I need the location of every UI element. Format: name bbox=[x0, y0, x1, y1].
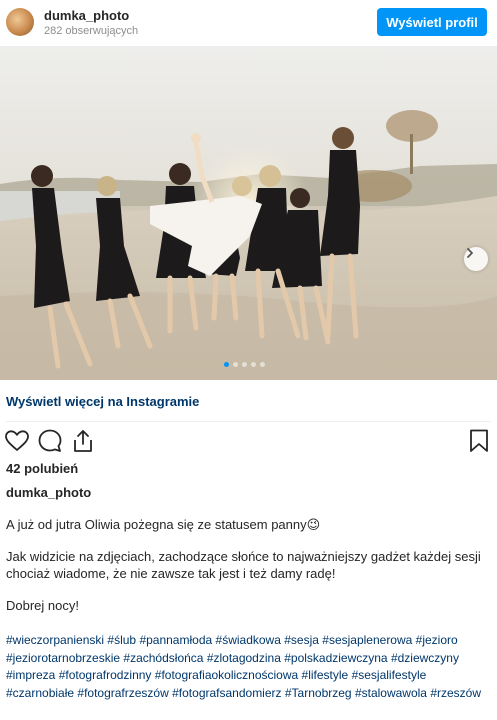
heart-icon[interactable] bbox=[4, 428, 30, 454]
caption: A już od jutra Oliwia pożegna się ze sta… bbox=[6, 516, 491, 629]
hashtag-link[interactable]: #sesja bbox=[284, 633, 319, 647]
hashtags: #wieczorpanienski #ślub #pannamłoda #świ… bbox=[6, 632, 494, 702]
hashtag-link[interactable]: #Tarnobrzeg bbox=[285, 686, 352, 700]
carousel-dots bbox=[224, 362, 265, 367]
hashtag-link[interactable]: #czarnobiałe bbox=[6, 686, 74, 700]
hashtag-link[interactable]: #fotografsandomierz bbox=[172, 686, 281, 700]
followers-count: 282 obserwujących bbox=[44, 25, 139, 37]
hashtag-link[interactable]: #jezioro bbox=[416, 633, 458, 647]
hashtag-link[interactable]: #ślub bbox=[107, 633, 136, 647]
hashtag-link[interactable]: #fotografrzeszów bbox=[77, 686, 168, 700]
chevron-right-icon bbox=[467, 248, 473, 258]
view-profile-button[interactable]: Wyświetl profil bbox=[377, 8, 487, 36]
caption-line: Dobrej nocy! bbox=[6, 598, 79, 613]
carousel-dot bbox=[233, 362, 238, 367]
hashtag-link[interactable]: #zlotagodzina bbox=[207, 651, 281, 665]
post-photo[interactable] bbox=[0, 46, 497, 380]
hashtag-link[interactable]: #impreza bbox=[6, 668, 55, 682]
hashtag-link[interactable]: #dziewczyny bbox=[391, 651, 459, 665]
view-more-link[interactable]: Wyświetl więcej na Instagramie bbox=[6, 394, 199, 409]
bookmark-icon[interactable] bbox=[466, 428, 492, 454]
photo-illustration bbox=[0, 46, 497, 380]
next-photo-button[interactable] bbox=[464, 247, 488, 271]
post-header: dumka_photo 282 obserwujących Wyświetl p… bbox=[0, 0, 497, 44]
carousel-dot bbox=[242, 362, 247, 367]
hashtag-link[interactable]: #sesjalifestyle bbox=[352, 668, 427, 682]
hashtag-link[interactable]: #stalowawola bbox=[355, 686, 427, 700]
hashtag-link[interactable]: #świadkowa bbox=[216, 633, 281, 647]
hashtag-link[interactable]: #rzeszów bbox=[430, 686, 481, 700]
hashtag-link[interactable]: #lifestyle bbox=[302, 668, 349, 682]
caption-line: Jak widzicie na zdjęciach, zachodzące sł… bbox=[6, 549, 481, 581]
divider bbox=[6, 421, 491, 422]
carousel-dot bbox=[251, 362, 256, 367]
hashtag-link[interactable]: #fotografrodzinny bbox=[59, 668, 152, 682]
avatar[interactable] bbox=[6, 8, 34, 36]
caption-line: A już od jutra Oliwia pożegna się ze sta… bbox=[6, 517, 321, 532]
carousel-dot bbox=[224, 362, 229, 367]
hashtag-link[interactable]: #sesjaplenerowa bbox=[322, 633, 412, 647]
comment-icon[interactable] bbox=[37, 428, 63, 454]
action-bar bbox=[0, 428, 497, 456]
hashtag-link[interactable]: #jeziorotarnobrzeskie bbox=[6, 651, 120, 665]
hashtag-link[interactable]: #fotografiaokolicznościowa bbox=[155, 668, 298, 682]
hashtag-link[interactable]: #zachódsłońca bbox=[123, 651, 203, 665]
carousel-dot bbox=[260, 362, 265, 367]
caption-author[interactable]: dumka_photo bbox=[6, 485, 91, 500]
hashtag-link[interactable]: #pannamłoda bbox=[139, 633, 212, 647]
header-username[interactable]: dumka_photo bbox=[44, 8, 129, 23]
share-icon[interactable] bbox=[70, 428, 96, 454]
hashtag-link[interactable]: #polskadziewczyna bbox=[284, 651, 387, 665]
hashtag-link[interactable]: #wieczorpanienski bbox=[6, 633, 104, 647]
likes-count[interactable]: 42 polubień bbox=[6, 461, 78, 476]
